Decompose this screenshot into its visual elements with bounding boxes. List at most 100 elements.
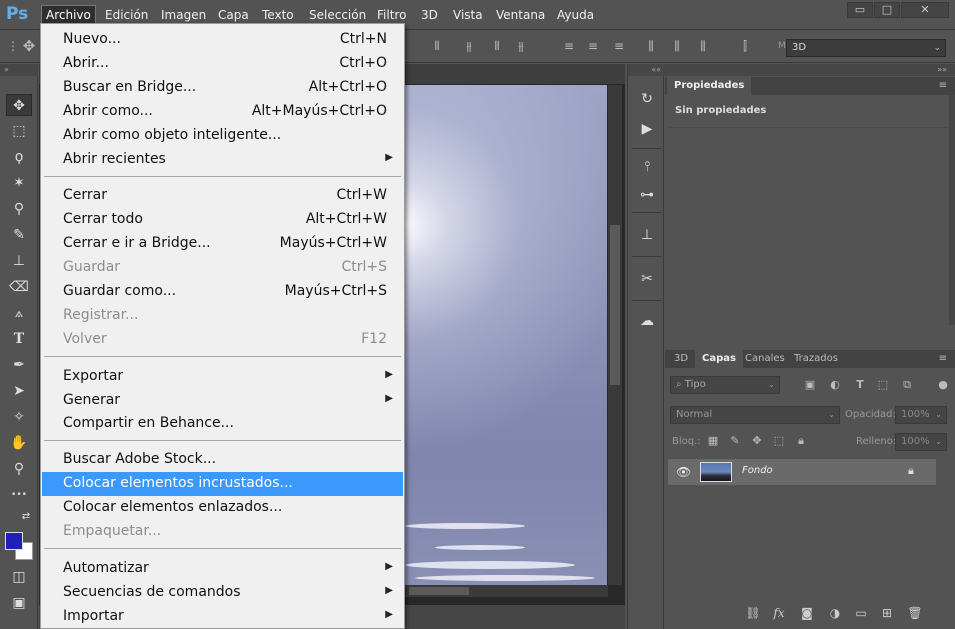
tab-3d[interactable]: 3D	[667, 350, 695, 368]
scrollbar-thumb[interactable]	[610, 225, 620, 385]
properties-scrollbar[interactable]	[949, 95, 955, 325]
new-group-icon[interactable]: ▭	[853, 605, 869, 621]
align-left-icon[interactable]: ⫴	[430, 39, 444, 53]
menu-item-empaquetar[interactable]: Empaquetar...	[42, 520, 403, 544]
swap-colors-icon[interactable]: ⇄	[16, 510, 36, 524]
menu-texto[interactable]: Texto	[258, 6, 298, 24]
tab-canales[interactable]: Canales	[738, 350, 792, 368]
panels-collapse-button[interactable]: »»	[665, 64, 955, 76]
lock-image-icon[interactable]: ✎	[728, 434, 742, 448]
pen-tool-icon[interactable]: ✒	[6, 354, 32, 376]
new-layer-icon[interactable]: ⊞	[879, 605, 895, 621]
menu-item-abrir-como[interactable]: Abrir como... Alt+Mayús+Ctrl+O	[42, 100, 403, 124]
type-tool-icon[interactable]: T	[6, 328, 32, 350]
eraser-tool-icon[interactable]: ⌫	[6, 276, 32, 298]
lock-transparent-icon[interactable]: ▦	[706, 434, 720, 448]
lock-artboard-icon[interactable]: ⬚	[772, 434, 786, 448]
menu-item-secuencias-comandos[interactable]: Secuencias de comandos ▶	[42, 581, 403, 605]
strip-collapse-button[interactable]: ««	[628, 64, 665, 76]
tool-presets-icon[interactable]: ✂	[636, 268, 658, 290]
auto-align-icon[interactable]: ⫿	[738, 39, 752, 53]
add-mask-icon[interactable]: ◙	[799, 605, 815, 621]
fill-field[interactable]: 100% ⌄	[895, 433, 947, 451]
tools-collapse-button[interactable]: »	[0, 64, 38, 76]
screen-mode-icon[interactable]: ▣	[6, 592, 32, 614]
new-adjustment-icon[interactable]: ◑	[827, 605, 843, 621]
menu-item-nuevo[interactable]: Nuevo... Ctrl+N	[42, 28, 403, 52]
menu-item-colocar-enlazados[interactable]: Colocar elementos enlazados...	[42, 496, 403, 520]
menu-item-buscar-en-bridge[interactable]: Buscar en Bridge... Alt+Ctrl+O	[42, 76, 403, 100]
distribute-hcenter-icon[interactable]: ⫼	[670, 39, 684, 53]
lock-position-icon[interactable]: ✥	[750, 434, 764, 448]
clone-stamp-tool-icon[interactable]: ⊥	[6, 250, 32, 272]
layer-kind-filter[interactable]: ⌕ Tipo ⌄	[670, 376, 780, 394]
menu-item-abrir-recientes[interactable]: Abrir recientes ▶	[42, 148, 403, 172]
lock-all-icon[interactable]: 🔒︎	[794, 434, 808, 448]
panel-menu-icon[interactable]: ≡	[939, 353, 947, 365]
distribute-bottom-icon[interactable]: ≡	[612, 39, 626, 53]
filter-smart-object-icon[interactable]: ⧉	[900, 378, 914, 392]
panel-menu-icon[interactable]: ≡	[939, 80, 947, 92]
visibility-eye-icon[interactable]: 👁︎	[676, 465, 691, 479]
menu-seleccion[interactable]: Selección	[305, 6, 370, 24]
creative-cloud-libraries-icon[interactable]: ☁	[636, 310, 658, 332]
hand-tool-icon[interactable]: ✋	[6, 432, 32, 454]
layer-name[interactable]: Fondo	[742, 465, 773, 476]
close-button[interactable]: ✕	[901, 2, 949, 18]
menu-3d[interactable]: 3D	[417, 6, 442, 24]
menu-vista[interactable]: Vista	[449, 6, 487, 24]
delete-layer-icon[interactable]: 🗑︎	[907, 605, 923, 621]
lasso-tool-icon[interactable]: ϙ	[6, 146, 32, 168]
quick-mask-icon[interactable]: ◫	[6, 566, 32, 588]
menu-item-registrar[interactable]: Registrar...	[42, 304, 403, 328]
layer-row[interactable]: 👁︎ Fondo 🔒︎	[668, 459, 936, 485]
clone-source-icon[interactable]: ⊥	[636, 224, 658, 246]
layer-style-icon[interactable]: fx	[771, 605, 787, 621]
vertical-scrollbar[interactable]	[608, 85, 622, 585]
filter-toggle-icon[interactable]: ●	[936, 378, 950, 392]
maximize-button[interactable]: □	[874, 2, 900, 18]
horizontal-scrollbar[interactable]	[405, 585, 608, 597]
menu-item-generar[interactable]: Generar ▶	[42, 389, 403, 413]
brushes-icon[interactable]: ⫯	[636, 156, 658, 178]
move-tool-preset-icon[interactable]: ✥	[22, 39, 36, 54]
menu-item-guardar-como[interactable]: Guardar como... Mayús+Ctrl+S	[42, 280, 403, 304]
menu-filtro[interactable]: Filtro	[373, 6, 410, 24]
path-selection-tool-icon[interactable]: ➤	[6, 380, 32, 402]
menu-item-automatizar[interactable]: Automatizar ▶	[42, 557, 403, 581]
menu-item-cerrar-ir-bridge[interactable]: Cerrar e ir a Bridge... Mayús+Ctrl+W	[42, 232, 403, 256]
menu-item-volver[interactable]: Volver F12	[42, 328, 403, 352]
move-tool-icon[interactable]: ✥	[6, 94, 32, 116]
align-top-icon[interactable]: ⫵	[514, 39, 528, 53]
menu-archivo[interactable]: Archivo	[41, 5, 96, 25]
menu-imagen[interactable]: Imagen	[157, 6, 210, 24]
marquee-tool-icon[interactable]: ⬚	[6, 120, 32, 142]
menu-item-abrir[interactable]: Abrir... Ctrl+O	[42, 52, 403, 76]
brush-settings-icon[interactable]: ⊶	[636, 184, 658, 206]
align-hcenter-icon[interactable]: ⫵	[462, 39, 476, 53]
link-layers-icon[interactable]: ⛓	[745, 605, 761, 621]
align-right-icon[interactable]: ⫴	[490, 39, 504, 53]
menu-item-abrir-objeto-inteligente[interactable]: Abrir como objeto inteligente...	[42, 124, 403, 148]
menu-item-buscar-adobe-stock[interactable]: Buscar Adobe Stock...	[42, 448, 403, 472]
blend-mode-select[interactable]: Normal ⌄	[670, 406, 840, 424]
canvas-image[interactable]	[405, 85, 607, 585]
history-icon[interactable]: ↻	[636, 88, 658, 110]
tab-trazados[interactable]: Trazados	[787, 350, 845, 368]
custom-shape-tool-icon[interactable]: ✧	[6, 406, 32, 428]
foreground-color-swatch[interactable]	[5, 532, 23, 550]
zoom-tool-icon[interactable]: ⚲	[6, 458, 32, 480]
menu-item-cerrar[interactable]: Cerrar Ctrl+W	[42, 184, 403, 208]
magic-wand-tool-icon[interactable]: ✶	[6, 172, 32, 194]
paint-bucket-tool-icon[interactable]: ⟑	[6, 302, 32, 324]
3d-mode-select[interactable]: 3D ⌄	[786, 39, 946, 57]
distribute-left-icon[interactable]: ⫼	[644, 39, 658, 53]
filter-type-icon[interactable]: T	[853, 378, 867, 392]
brush-tool-icon[interactable]: ✎	[6, 224, 32, 246]
filter-pixel-icon[interactable]: ▣	[803, 378, 817, 392]
tab-capas[interactable]: Capas	[695, 350, 743, 368]
actions-play-icon[interactable]: ▶	[636, 118, 658, 140]
scrollbar-thumb[interactable]	[409, 587, 469, 595]
filter-adjustment-icon[interactable]: ◐	[828, 378, 842, 392]
filter-shape-icon[interactable]: ⬚	[876, 378, 890, 392]
